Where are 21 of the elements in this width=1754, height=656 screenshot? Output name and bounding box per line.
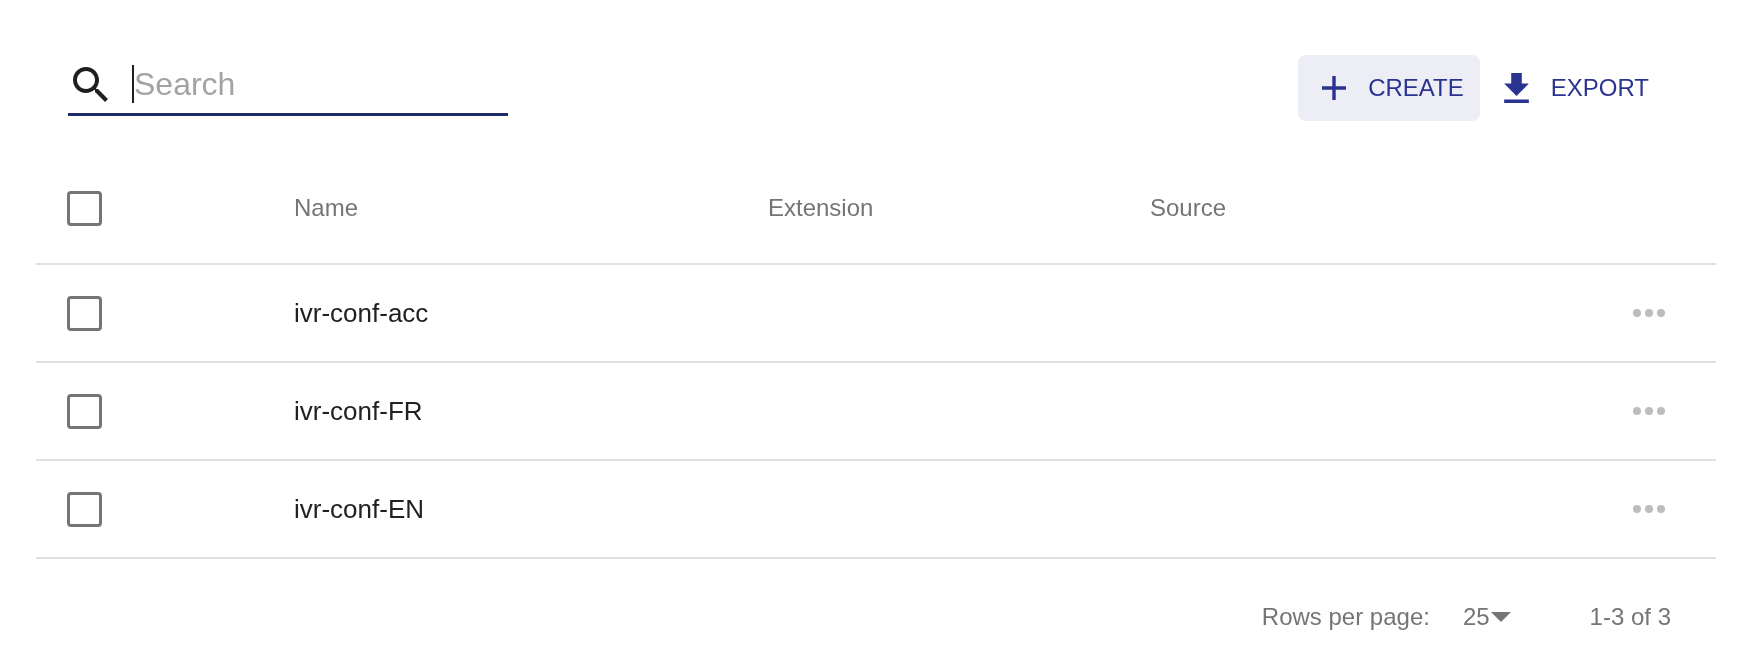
row-checkbox[interactable] [67,295,102,331]
column-header[interactable]: Name [294,194,359,221]
download-icon [1503,73,1529,103]
plus-icon [1322,76,1347,100]
row-checkbox[interactable] [67,491,102,527]
column-header[interactable]: Source [1150,194,1227,221]
export-button[interactable]: EXPORT [1487,55,1665,121]
search-field[interactable]: Search [134,62,508,106]
table-cell: ivr-conf-FR [294,395,423,426]
caret-icon [1490,611,1511,622]
text-cursor [132,65,134,103]
rows-per-page-label: Rows per page: [1261,601,1430,632]
row-checkbox[interactable] [67,393,102,429]
create-button[interactable]: CREATE [1298,55,1480,121]
rows-per-page-select[interactable]: 25 [1462,598,1511,635]
search-icon [73,66,108,102]
column-header[interactable]: Extension [768,194,874,221]
table-cell: ivr-conf-EN [294,493,424,524]
table-cell: ivr-conf-acc [294,297,429,328]
pagination-range: 1-3 of 3 [1589,601,1671,632]
select-all-checkbox[interactable] [67,190,102,226]
